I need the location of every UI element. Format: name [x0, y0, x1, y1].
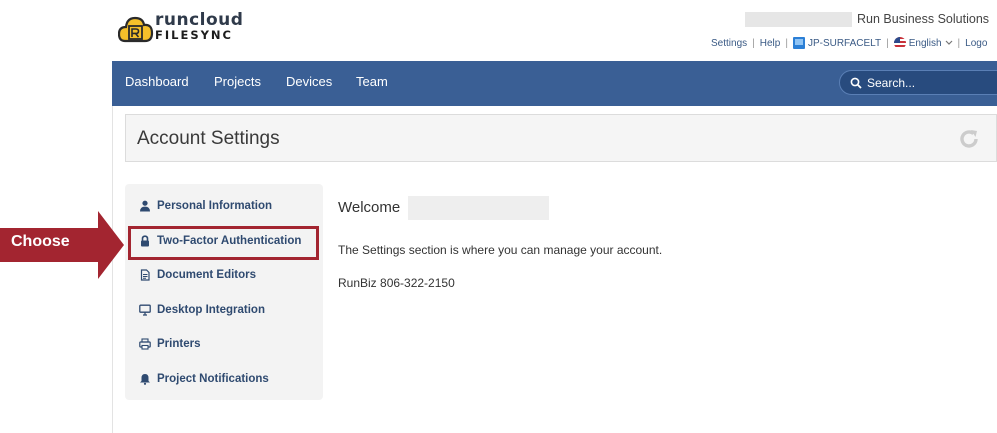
sidebar-item-project-notifications[interactable]: Project Notifications	[139, 373, 269, 385]
callout-label: Choose	[11, 233, 70, 250]
search-box[interactable]: Search...	[839, 70, 997, 95]
printer-icon	[139, 338, 151, 350]
sidebar-item-label: Project Notifications	[157, 373, 269, 385]
separator: |	[785, 37, 788, 49]
welcome-text: Welcome	[338, 199, 401, 216]
logo-bottom-text: FILESYNC	[155, 28, 233, 42]
device-link[interactable]: JP-SURFACELT	[808, 38, 881, 49]
nav-projects[interactable]: Projects	[214, 74, 261, 89]
sidebar-item-label: Desktop Integration	[157, 304, 265, 316]
redacted-welcome-name	[408, 196, 549, 220]
monitor-icon	[139, 304, 151, 316]
top-links: Settings | Help | JP-SURFACELT | English…	[711, 37, 987, 49]
logo-top-text: runcloud	[155, 10, 244, 30]
selected-item-highlight	[128, 226, 319, 260]
page-title: Account Settings	[137, 128, 280, 149]
settings-link[interactable]: Settings	[711, 38, 747, 49]
redacted-user-name	[745, 12, 852, 27]
windows-device-icon	[792, 37, 805, 49]
nav-dashboard[interactable]: Dashboard	[125, 74, 189, 89]
bell-icon	[140, 374, 150, 385]
chevron-down-icon[interactable]	[945, 40, 953, 46]
language-select[interactable]: English	[909, 38, 942, 49]
search-icon	[850, 77, 862, 89]
cloud-logo-icon	[118, 16, 154, 43]
separator: |	[752, 37, 755, 49]
settings-sidebar: Personal Information Two-Factor Authenti…	[125, 184, 323, 400]
separator: |	[886, 37, 889, 49]
logout-link[interactable]: Logo	[965, 38, 987, 49]
support-phone: RunBiz 806-322-2150	[338, 276, 455, 290]
page-header: Account Settings	[125, 114, 997, 162]
nav-devices[interactable]: Devices	[286, 74, 332, 89]
help-link[interactable]: Help	[760, 38, 781, 49]
app-logo[interactable]: runcloud FILESYNC	[118, 8, 258, 48]
company-name: Run Business Solutions	[857, 12, 990, 26]
sidebar-item-label: Printers	[157, 338, 201, 350]
refresh-icon[interactable]	[958, 128, 980, 150]
sidebar-item-personal-information[interactable]: Personal Information	[139, 200, 272, 212]
separator: |	[957, 37, 961, 49]
us-flag-icon	[893, 37, 906, 49]
nav-team[interactable]: Team	[356, 74, 388, 89]
sidebar-item-label: Document Editors	[157, 269, 257, 281]
sidebar-item-desktop-integration[interactable]: Desktop Integration	[139, 304, 265, 316]
sidebar-item-label: Personal Information	[157, 200, 273, 212]
sidebar-item-document-editors[interactable]: Document Editors	[139, 269, 256, 281]
main-navbar: Dashboard Projects Devices Team Search..…	[112, 61, 997, 106]
sidebar-item-printers[interactable]: Printers	[139, 338, 200, 350]
settings-description: The Settings section is where you can ma…	[338, 243, 663, 257]
search-placeholder: Search...	[867, 75, 916, 90]
document-icon	[140, 269, 150, 281]
user-icon	[140, 200, 150, 212]
